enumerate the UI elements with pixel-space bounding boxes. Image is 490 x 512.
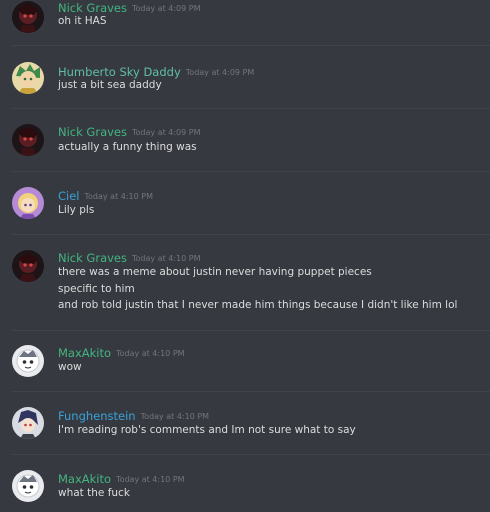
avatar[interactable]: [12, 124, 44, 156]
message-text: I'm reading rob's comments and Im not su…: [58, 424, 356, 436]
message: Nick Graves Today at 4:09 PM oh it HAS: [0, 0, 490, 45]
author-name[interactable]: MaxAkito: [58, 472, 111, 486]
dark-red-character-avatar-icon: [12, 124, 44, 156]
author-name[interactable]: Nick Graves: [58, 251, 127, 265]
message-timestamp: Today at 4:09 PM: [132, 128, 201, 137]
message-text: just a bit sea daddy: [58, 79, 162, 91]
message: MaxAkito Today at 4:10 PM wow: [0, 331, 490, 391]
message-text: and rob told justin that I never made hi…: [58, 299, 458, 311]
avatar[interactable]: [12, 407, 44, 439]
avatar[interactable]: [12, 1, 44, 33]
avatar[interactable]: [12, 62, 44, 94]
message-timestamp: Today at 4:10 PM: [116, 349, 185, 358]
purple-blonde-character-avatar-icon: [12, 187, 44, 219]
message-timestamp: Today at 4:09 PM: [185, 68, 255, 77]
message: Humberto Sky Daddy Today at 4:09 PM just …: [0, 46, 490, 108]
message-list: Nick Graves Today at 4:09 PM oh it HAS Hu…: [0, 0, 490, 512]
white-ghost-character-avatar-icon: [12, 470, 44, 502]
message-timestamp: Today at 4:10 PM: [132, 254, 201, 263]
message-text: there was a meme about justin never havi…: [58, 266, 372, 278]
message: Ciel Today at 4:10 PM Lily pls: [0, 172, 490, 234]
author-name[interactable]: Ciel: [58, 189, 80, 203]
message: Nick Graves Today at 4:09 PM actually a f…: [0, 109, 490, 171]
green-yellow-character-avatar-icon: [12, 62, 44, 94]
author-name[interactable]: Nick Graves: [58, 125, 127, 139]
dark-red-character-avatar-icon: [12, 250, 44, 282]
message: Nick Graves Today at 4:10 PM there was a …: [0, 235, 490, 330]
dark-haired-character-avatar-icon: [12, 407, 44, 439]
message-text: oh it HAS: [58, 15, 107, 27]
avatar[interactable]: [12, 470, 44, 502]
message-timestamp: Today at 4:10 PM: [116, 475, 185, 484]
avatar[interactable]: [12, 345, 44, 377]
message-timestamp: Today at 4:10 PM: [140, 412, 210, 421]
message-text: what the fuck: [58, 487, 130, 499]
message-text: actually a funny thing was: [58, 141, 197, 153]
dark-red-character-avatar-icon: [12, 1, 44, 33]
white-ghost-character-avatar-icon: [12, 345, 44, 377]
message-text: Lily pls: [58, 204, 95, 216]
message: MaxAkito Today at 4:10 PM what the fuck: [0, 455, 490, 512]
message-timestamp: Today at 4:10 PM: [84, 192, 154, 201]
author-name[interactable]: MaxAkito: [58, 346, 111, 360]
message-timestamp: Today at 4:09 PM: [132, 4, 201, 13]
author-name[interactable]: Funghenstein: [58, 409, 136, 423]
message-text: specific to him: [58, 283, 135, 295]
message-text: wow: [58, 361, 82, 373]
avatar[interactable]: [12, 250, 44, 282]
message: Funghenstein Today at 4:10 PM I'm reading…: [0, 392, 490, 454]
avatar[interactable]: [12, 187, 44, 219]
